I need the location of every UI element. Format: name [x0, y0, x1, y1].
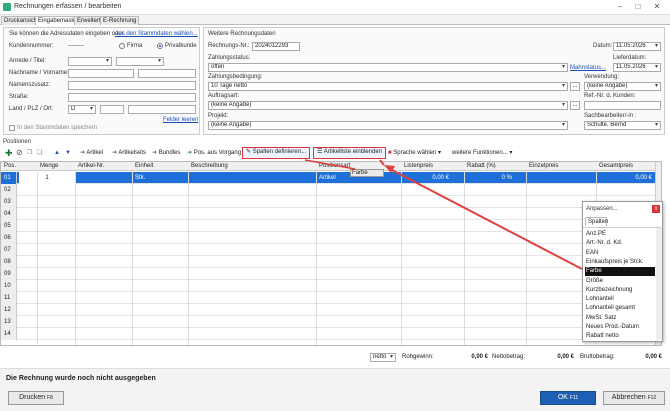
- anpassen-popup: Anpassen... x Spalten Anz.PE Art.-Nr. d. …: [582, 201, 663, 342]
- popup-close-button[interactable]: x: [652, 205, 660, 213]
- popup-list: Anz.PE Art.-Nr. d. Kd. EAN Einkaufspreis je…: [583, 227, 663, 342]
- status-message: Die Rechnung wurde noch nicht ausgegeben: [6, 375, 156, 382]
- ok-button[interactable]: OK F11: [540, 391, 596, 405]
- drucken-button[interactable]: Drucken F8: [8, 391, 64, 405]
- popup-scrollbar[interactable]: [656, 228, 662, 340]
- popup-list-item[interactable]: Einkaufspreis je Stck.: [585, 258, 655, 267]
- arrow-line-link: [379, 159, 385, 166]
- netto-select[interactable]: netto: [370, 353, 396, 362]
- popup-list-item[interactable]: Farbe: [585, 267, 655, 277]
- popup-list-item[interactable]: Art.-Nr. d. Kd.: [585, 239, 655, 248]
- popup-list-item[interactable]: Kurzbezeichnung: [585, 286, 655, 295]
- nettobetrag-value: 0,00 €: [557, 354, 574, 360]
- popup-list-item[interactable]: Neues Prod.-Datum: [585, 323, 655, 332]
- abbrechen-button[interactable]: Abbrechen F12: [603, 391, 665, 405]
- popup-list-item[interactable]: Rabatt netto: [585, 332, 655, 341]
- rohgewinn-value: 0,00 €: [471, 354, 488, 360]
- footer: Die Rechnung wurde noch nicht ausgegeben…: [0, 368, 670, 411]
- arrow-line-main: [387, 167, 583, 270]
- popup-list-item[interactable]: Lohnanteil gesamt: [585, 304, 655, 313]
- arrow-line-spalten: [304, 159, 356, 170]
- popup-list-item[interactable]: EAN: [585, 249, 655, 258]
- annotation-arrows: [304, 159, 583, 270]
- nettobetrag-label: Nettobetrag:: [492, 354, 526, 360]
- popup-list-item[interactable]: Anz.PE: [585, 230, 655, 239]
- rohgewinn-label: Rohgewinn:: [402, 354, 434, 360]
- bruttobetrag-label: Bruttobetrag:: [580, 354, 615, 360]
- popup-list-item[interactable]: MwSt. Satz: [585, 314, 655, 323]
- popup-title: Anpassen...: [586, 206, 618, 212]
- popup-list-item[interactable]: Größe: [585, 277, 655, 286]
- popup-list-item[interactable]: Lohnanteil: [585, 295, 655, 304]
- bruttobetrag-value: 0,00 €: [645, 354, 662, 360]
- popup-tab-spalten[interactable]: Spalten: [585, 217, 608, 226]
